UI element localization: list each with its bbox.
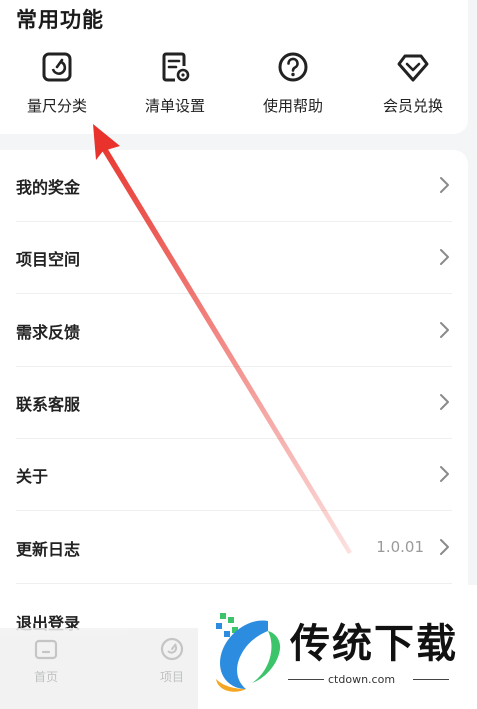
chevron-right-icon xyxy=(440,322,449,338)
menu-item-about[interactable]: 关于 xyxy=(16,439,452,511)
menu-list-card: 我的奖金 项目空间 需求反馈 联系客服 关于 更新日志 1.0.01 退出登录 xyxy=(0,150,468,633)
watermark-url: ctdown.com xyxy=(328,673,396,686)
func-measure-category[interactable]: 量尺分类 xyxy=(2,50,112,120)
watermark-divider xyxy=(288,679,324,680)
func-label: 量尺分类 xyxy=(26,97,87,115)
menu-item-label: 联系客服 xyxy=(16,395,81,414)
common-functions-card: 常用功能 量尺分类 清单设置 使用帮助 会员兑换 xyxy=(0,0,468,134)
chevron-right-icon xyxy=(440,394,449,410)
watermark-text: 传统下载 xyxy=(290,621,458,667)
ctdown-logo-icon xyxy=(216,613,281,692)
menu-item-label: 更新日志 xyxy=(16,540,81,559)
section-title: 常用功能 xyxy=(16,8,104,32)
tab-label: 项目 xyxy=(159,670,184,684)
menu-item-changelog[interactable]: 更新日志 1.0.01 xyxy=(16,512,452,584)
tab-project[interactable]: 项目 xyxy=(142,636,202,685)
menu-item-feedback[interactable]: 需求反馈 xyxy=(16,295,452,367)
diamond-icon xyxy=(397,54,429,82)
tab-home[interactable]: 首页 xyxy=(16,636,76,685)
help-icon xyxy=(278,52,308,82)
func-member-redeem[interactable]: 会员兑换 xyxy=(358,50,468,120)
chevron-right-icon xyxy=(440,249,449,265)
menu-item-label: 我的奖金 xyxy=(16,178,81,197)
project-icon xyxy=(160,637,184,661)
chevron-right-icon xyxy=(440,466,449,482)
measure-icon xyxy=(42,52,72,82)
func-label: 会员兑换 xyxy=(382,97,443,115)
func-label: 清单设置 xyxy=(144,97,205,115)
menu-item-contact-support[interactable]: 联系客服 xyxy=(16,367,452,439)
menu-item-label: 关于 xyxy=(16,467,49,486)
func-label: 使用帮助 xyxy=(262,97,323,115)
home-icon xyxy=(34,639,58,660)
watermark-divider xyxy=(413,679,449,680)
watermark-logo: 传统下载 ctdown.com xyxy=(198,585,477,709)
menu-item-label: 项目空间 xyxy=(16,250,81,269)
menu-item-project-space[interactable]: 项目空间 xyxy=(16,222,452,294)
list-settings-icon xyxy=(162,52,190,82)
version-value: 1.0.01 xyxy=(376,538,424,556)
menu-item-label: 需求反馈 xyxy=(16,323,81,342)
menu-item-my-bonus[interactable]: 我的奖金 xyxy=(16,150,452,222)
chevron-right-icon xyxy=(440,539,449,555)
func-list-settings[interactable]: 清单设置 xyxy=(120,50,230,120)
func-help[interactable]: 使用帮助 xyxy=(238,50,348,120)
chevron-right-icon xyxy=(440,177,449,193)
tab-label: 首页 xyxy=(33,670,58,684)
bottom-tab-bar: 首页 项目 xyxy=(0,628,200,709)
